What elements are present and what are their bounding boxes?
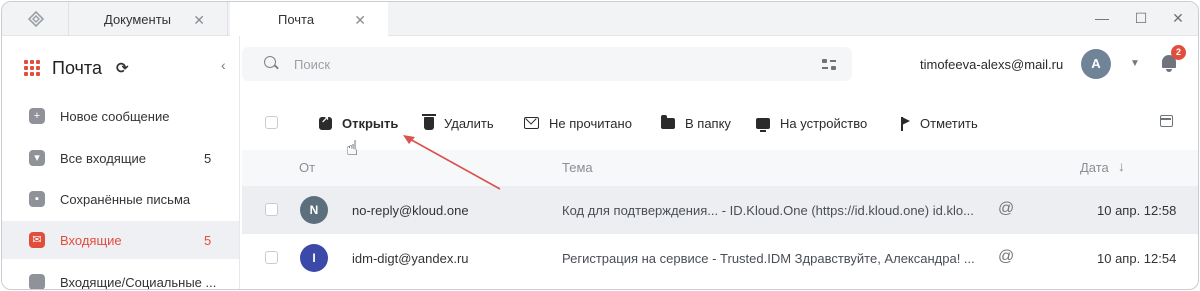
subject: Регистрация на сервисе - Trusted.IDM Здр…	[562, 251, 975, 266]
sidebar-item-label: Входящие	[60, 232, 122, 248]
app-logo-icon	[27, 10, 45, 28]
at-sign-icon: @	[998, 200, 1015, 217]
sender-avatar: N	[300, 196, 328, 224]
open-icon	[319, 115, 332, 130]
date: 10 апр. 12:58	[1097, 203, 1177, 218]
delete-label: Удалить	[444, 115, 494, 131]
search-bar	[242, 47, 852, 81]
sidebar-item-label: Входящие/Социальные ...	[60, 274, 217, 290]
move-to-folder-button[interactable]: В папку	[661, 114, 731, 132]
layout-toggle-icon[interactable]	[1160, 115, 1173, 127]
device-download-icon	[756, 117, 770, 132]
sidebar-item-saved[interactable]: ▪ Сохранённые письма	[2, 180, 239, 218]
sender: idm-digt@yandex.ru	[352, 251, 469, 266]
flag-icon	[900, 116, 910, 131]
to-device-label: На устройство	[780, 115, 868, 131]
envelope-open-icon	[524, 117, 539, 129]
search-input[interactable]	[294, 55, 774, 73]
sidebar-item-inbox[interactable]: ✉ Входящие 5	[2, 221, 239, 259]
column-subject[interactable]: Тема	[562, 160, 593, 175]
sidebar-item-label: Сохранённые письма	[60, 191, 191, 207]
sender: no-reply@kloud.one	[352, 203, 469, 218]
date: 10 апр. 12:54	[1097, 251, 1177, 266]
close-icon[interactable]: ✕	[354, 12, 366, 29]
sender-avatar: I	[300, 244, 328, 272]
row-checkbox[interactable]	[265, 203, 278, 216]
sidebar-item-label: Все входящие	[60, 150, 147, 166]
open-button[interactable]: Открыть	[319, 114, 398, 132]
tab-label: Документы	[104, 11, 172, 27]
sort-down-icon[interactable]: ↓	[1118, 158, 1125, 174]
inbox-icon: ▾	[29, 150, 45, 166]
close-window-icon[interactable]: ✕	[1168, 10, 1188, 27]
unread-count: 5	[204, 150, 212, 166]
folder-icon	[661, 114, 675, 129]
unread-label: Не прочитано	[549, 115, 632, 131]
sidebar-item-new-message[interactable]: + Новое сообщение	[2, 97, 239, 135]
message-list-header: От Тема Дата ↓	[242, 150, 1198, 186]
flag-button[interactable]: Отметить	[900, 114, 978, 132]
sidebar-item-inbox-social[interactable]: Входящие/Социальные ...	[2, 263, 239, 290]
column-date[interactable]: Дата	[1080, 160, 1109, 175]
trash-icon	[422, 113, 436, 130]
page-title: Почта	[52, 57, 102, 78]
to-folder-label: В папку	[685, 115, 731, 131]
sidebar-item-label: Новое сообщение	[60, 108, 170, 124]
brand: Почта ⟳	[24, 56, 129, 80]
tab-label: Почта	[278, 11, 315, 27]
sidebar-item-all-inbox[interactable]: ▾ Все входящие 5	[2, 139, 239, 177]
mark-unread-button[interactable]: Не прочитано	[524, 114, 632, 132]
account-email[interactable]: timofeeva-alexs@mail.ru	[920, 57, 1063, 72]
delete-button[interactable]: Удалить	[422, 113, 494, 132]
table-row[interactable]: N no-reply@kloud.one Код для подтвержден…	[242, 186, 1198, 234]
maximize-icon[interactable]: ☐	[1131, 10, 1151, 27]
column-from[interactable]: От	[299, 160, 315, 175]
sidebar: Почта ⟳ ‹ + Новое сообщение ▾ Все входящ…	[2, 36, 240, 290]
close-icon[interactable]: ✕	[193, 12, 205, 29]
notification-badge: 2	[1171, 45, 1186, 60]
save-to-device-button[interactable]: На устройство	[756, 114, 867, 132]
table-row[interactable]: I idm-digt@yandex.ru Регистрация на серв…	[242, 234, 1198, 282]
message-toolbar: Открыть Удалить Не прочитано В папку На …	[242, 98, 1198, 148]
select-all-checkbox[interactable]	[265, 116, 278, 129]
filter-icon[interactable]	[822, 59, 836, 71]
search-icon	[264, 56, 276, 68]
chevron-left-icon[interactable]: ‹	[221, 57, 226, 73]
apps-grid-icon[interactable]	[24, 60, 40, 76]
tab-mail[interactable]: Почта ✕	[230, 2, 388, 36]
row-checkbox[interactable]	[265, 251, 278, 264]
folder-icon	[29, 274, 45, 289]
unread-count: 5	[204, 232, 212, 248]
open-label: Открыть	[342, 115, 399, 131]
minimize-icon[interactable]: —	[1092, 10, 1112, 26]
mail-icon: ✉	[29, 232, 45, 248]
save-icon: ▪	[29, 191, 45, 207]
avatar[interactable]: A	[1081, 49, 1111, 79]
hand-cursor-icon: ☝	[346, 138, 359, 160]
refresh-icon[interactable]: ⟳	[116, 59, 129, 77]
tab-documents[interactable]: Документы ✕	[68, 2, 228, 36]
flag-label: Отметить	[920, 115, 978, 131]
chevron-down-icon[interactable]: ▼	[1130, 58, 1140, 69]
at-sign-icon: @	[998, 248, 1015, 265]
title-bar: Документы ✕ Почта ✕ — ☐ ✕	[2, 2, 1198, 36]
app-window: Документы ✕ Почта ✕ — ☐ ✕ Почта ⟳ ‹ + Но…	[1, 1, 1199, 290]
plus-icon: +	[29, 108, 45, 124]
subject: Код для подтверждения... - ID.Kloud.One …	[562, 203, 974, 218]
